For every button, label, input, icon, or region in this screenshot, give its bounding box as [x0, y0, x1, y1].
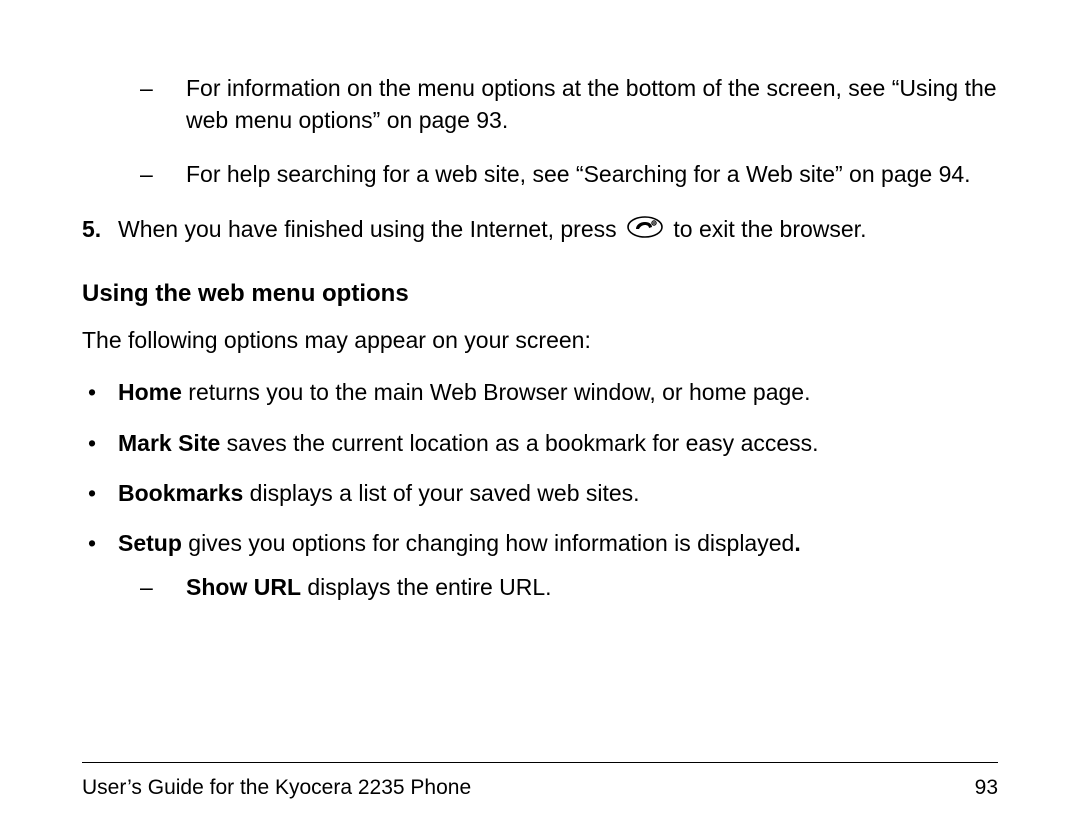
- bullet-text: Setup gives you options for changing how…: [118, 527, 998, 559]
- definition: saves the current location as a bookmark…: [220, 430, 818, 456]
- definition: gives you options for changing how infor…: [182, 530, 794, 556]
- step-text: When you have finished using the Interne…: [118, 213, 998, 247]
- bullet-marker: •: [88, 427, 118, 459]
- bullet-text: Bookmarks displays a list of your saved …: [118, 477, 998, 509]
- page-footer: User’s Guide for the Kyocera 2235 Phone …: [82, 762, 998, 802]
- numbered-step: 5. When you have finished using the Inte…: [82, 213, 998, 247]
- definition: displays a list of your saved web sites.: [243, 480, 639, 506]
- sub-list-text: For information on the menu options at t…: [186, 72, 998, 136]
- bullet-item: • Home returns you to the main Web Brows…: [82, 376, 998, 408]
- bullet-text: Home returns you to the main Web Browser…: [118, 376, 998, 408]
- sub-list-text: Show URL displays the entire URL.: [186, 571, 998, 603]
- page-number: 93: [975, 773, 998, 802]
- dash-marker: –: [140, 571, 186, 603]
- definition: displays the entire URL.: [301, 574, 552, 600]
- step-text-after: to exit the browser.: [667, 216, 866, 242]
- sub-list-text: For help searching for a web site, see “…: [186, 158, 998, 190]
- term: Mark Site: [118, 430, 220, 456]
- term: Bookmarks: [118, 480, 243, 506]
- dash-marker: –: [140, 158, 186, 190]
- bullet-marker: •: [88, 376, 118, 408]
- bullet-marker: •: [88, 527, 118, 559]
- section-heading: Using the web menu options: [82, 277, 998, 311]
- trailing-punct: .: [794, 530, 800, 556]
- term: Show URL: [186, 574, 301, 600]
- page-content: – For information on the menu options at…: [82, 72, 998, 603]
- bullet-text: Mark Site saves the current location as …: [118, 427, 998, 459]
- footer-title: User’s Guide for the Kyocera 2235 Phone: [82, 773, 471, 802]
- term: Home: [118, 379, 182, 405]
- bullet-marker: •: [88, 477, 118, 509]
- step-text-before: When you have finished using the Interne…: [118, 216, 623, 242]
- bullet-item: • Bookmarks displays a list of your save…: [82, 477, 998, 509]
- bullet-item: • Setup gives you options for changing h…: [82, 527, 998, 559]
- end-call-icon: [627, 214, 663, 246]
- step-number: 5.: [82, 213, 118, 247]
- definition: returns you to the main Web Browser wind…: [182, 379, 811, 405]
- dash-marker: –: [140, 72, 186, 136]
- sub-list-item: – For information on the menu options at…: [82, 72, 998, 136]
- term: Setup: [118, 530, 182, 556]
- intro-text: The following options may appear on your…: [82, 324, 998, 356]
- bullet-item: • Mark Site saves the current location a…: [82, 427, 998, 459]
- sub-list-item: – Show URL displays the entire URL.: [82, 571, 998, 603]
- sub-list-item: – For help searching for a web site, see…: [82, 158, 998, 190]
